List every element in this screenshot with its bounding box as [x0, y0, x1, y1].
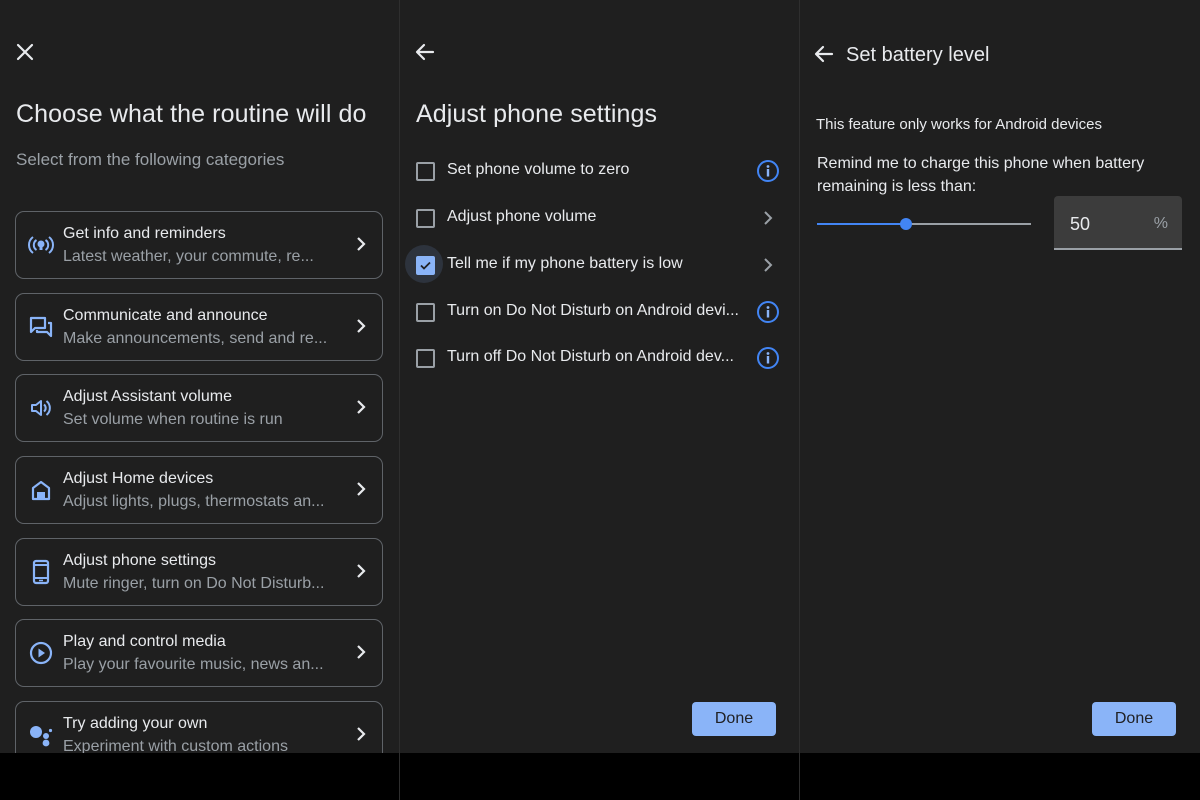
category-desc: Make announcements, send and re... — [63, 330, 328, 347]
chevron-right-icon — [356, 399, 366, 420]
option-adjust-volume[interactable]: Adjust phone volume — [414, 198, 784, 238]
category-home-devices[interactable]: Adjust Home devices Adjust lights, plugs… — [15, 456, 383, 524]
chevron-right-icon — [756, 206, 780, 230]
page-title: Choose what the routine will do — [16, 100, 367, 128]
android-only-note: This feature only works for Android devi… — [816, 116, 1102, 133]
chevron-right-icon — [756, 253, 780, 277]
checkbox-checked[interactable] — [416, 256, 435, 275]
checkbox[interactable] — [416, 209, 435, 228]
back-arrow-icon — [814, 45, 834, 63]
category-desc: Set volume when routine is run — [63, 411, 283, 428]
chevron-right-icon — [356, 481, 366, 502]
category-get-info[interactable]: Get info and reminders Latest weather, y… — [15, 211, 383, 279]
check-icon — [420, 261, 431, 270]
option-dnd-on[interactable]: Turn on Do Not Disturb on Android devi..… — [414, 292, 784, 332]
category-desc: Adjust lights, plugs, thermostats an... — [63, 493, 325, 510]
checkbox[interactable] — [416, 303, 435, 322]
category-desc: Experiment with custom actions — [63, 738, 288, 753]
chevron-right-icon — [356, 644, 366, 665]
category-title: Get info and reminders — [63, 225, 226, 242]
battery-level-input[interactable]: 50 % — [1054, 196, 1182, 250]
category-title: Play and control media — [63, 633, 226, 650]
category-assistant-volume[interactable]: Adjust Assistant volume Set volume when … — [15, 374, 383, 442]
category-title: Adjust Assistant volume — [63, 388, 232, 405]
close-button[interactable] — [13, 40, 37, 64]
category-panel: Choose what the routine will do Select f… — [0, 0, 399, 753]
checkbox[interactable] — [416, 162, 435, 181]
chevron-right-icon — [356, 563, 366, 584]
category-title: Adjust phone settings — [63, 552, 216, 569]
category-desc: Latest weather, your commute, re... — [63, 248, 314, 265]
category-title: Communicate and announce — [63, 307, 268, 324]
category-communicate[interactable]: Communicate and announce Make announceme… — [15, 293, 383, 361]
chat-bubbles-icon — [28, 314, 54, 340]
page-subtitle: Select from the following categories — [16, 150, 285, 169]
home-icon — [28, 477, 54, 503]
close-icon — [16, 43, 34, 61]
option-dnd-off[interactable]: Turn off Do Not Disturb on Android dev..… — [414, 338, 784, 378]
option-volume-zero[interactable]: Set phone volume to zero — [414, 151, 784, 191]
speaker-volume-icon — [28, 395, 54, 421]
option-label: Tell me if my phone battery is low — [447, 255, 683, 272]
phone-settings-panel: Adjust phone settings Set phone volume t… — [400, 0, 799, 753]
broadcast-lightbulb-icon — [28, 232, 54, 258]
category-phone-settings[interactable]: Adjust phone settings Mute ringer, turn … — [15, 538, 383, 606]
back-arrow-icon — [415, 43, 435, 61]
back-button[interactable] — [413, 40, 437, 64]
category-title: Adjust Home devices — [63, 470, 214, 487]
category-custom[interactable]: Try adding your own Experiment with cust… — [15, 701, 383, 753]
battery-level-slider[interactable] — [817, 214, 1031, 234]
page-title: Adjust phone settings — [416, 100, 658, 128]
chevron-right-icon — [356, 236, 366, 257]
slider-thumb[interactable] — [900, 218, 912, 230]
option-label: Set phone volume to zero — [447, 161, 630, 178]
info-icon[interactable] — [756, 159, 780, 183]
back-button[interactable] — [812, 42, 836, 66]
chevron-right-icon — [356, 318, 366, 339]
info-icon[interactable] — [756, 300, 780, 324]
battery-level-value: 50 — [1070, 214, 1091, 234]
battery-prompt: Remind me to charge this phone when batt… — [817, 155, 1145, 195]
option-label: Turn off Do Not Disturb on Android dev..… — [447, 348, 734, 365]
info-icon[interactable] — [756, 346, 780, 370]
done-button[interactable]: Done — [692, 702, 776, 736]
play-circle-icon — [28, 640, 54, 666]
battery-level-panel: Set battery level This feature only work… — [800, 0, 1200, 753]
category-desc: Mute ringer, turn on Do Not Disturb... — [63, 575, 325, 592]
option-label: Turn on Do Not Disturb on Android devi..… — [447, 302, 739, 319]
chevron-right-icon — [356, 726, 366, 747]
category-desc: Play your favourite music, news an... — [63, 656, 324, 673]
done-button[interactable]: Done — [1092, 702, 1176, 736]
option-label: Adjust phone volume — [447, 208, 597, 225]
assistant-dots-icon — [28, 722, 54, 748]
slider-fill — [817, 223, 906, 225]
category-media[interactable]: Play and control media Play your favouri… — [15, 619, 383, 687]
category-title: Try adding your own — [63, 715, 208, 732]
option-battery-low[interactable]: Tell me if my phone battery is low — [405, 245, 784, 285]
checkbox[interactable] — [416, 349, 435, 368]
phone-icon — [28, 559, 54, 585]
page-title: Set battery level — [846, 44, 990, 66]
percent-unit: % — [1153, 215, 1168, 232]
